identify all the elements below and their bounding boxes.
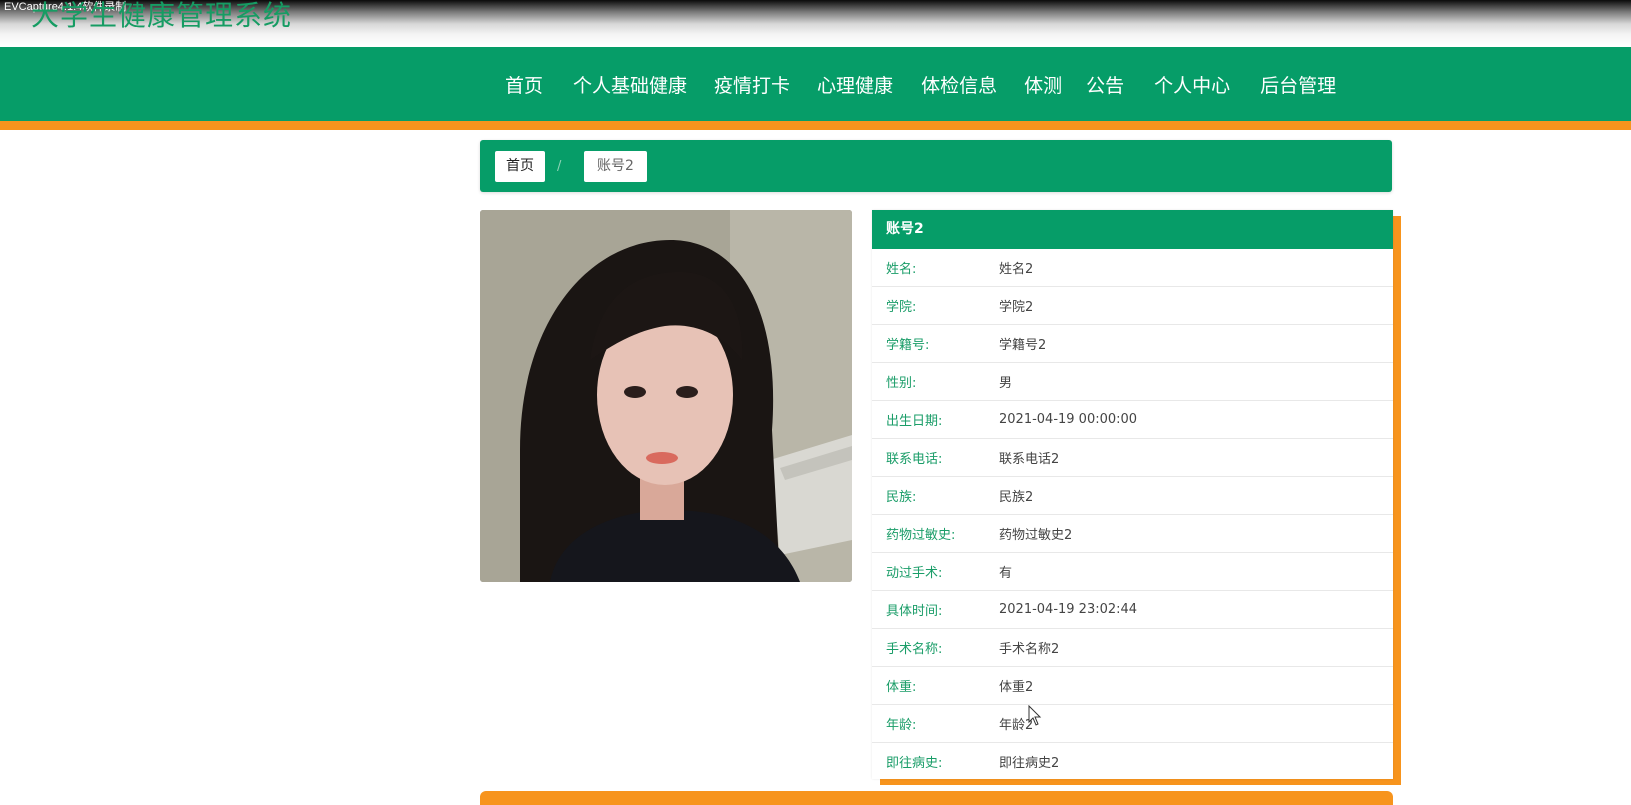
profile-field-value: 2021-04-19 23:02:44 [999, 602, 1138, 617]
profile-field-value: 姓名2 [999, 262, 1034, 277]
profile-field-value: 联系电话2 [999, 452, 1060, 467]
profile-panel-title: 账号2 [872, 210, 1393, 249]
profile-field-row: 具体时间: 2021-04-19 23:02:44 [872, 591, 1393, 629]
profile-field-label: 学院: [886, 300, 917, 315]
profile-field-label: 手术名称: [886, 642, 943, 657]
nav-announcement[interactable]: 公告 [1086, 71, 1124, 98]
profile-field-row: 姓名: 姓名2 [872, 249, 1393, 287]
profile-field-row: 联系电话: 联系电话2 [872, 439, 1393, 477]
profile-field-value: 药物过敏史2 [999, 528, 1073, 543]
footer-accent-bar [480, 791, 1393, 805]
nav-accent-stripe [0, 121, 1631, 130]
profile-field-label: 学籍号: [886, 338, 930, 353]
profile-field-row: 药物过敏史: 药物过敏史2 [872, 515, 1393, 553]
profile-field-value: 男 [999, 376, 1013, 391]
profile-field-label: 动过手术: [886, 566, 943, 581]
profile-field-value: 学院2 [999, 300, 1034, 315]
profile-field-value: 即往病史2 [999, 756, 1060, 771]
profile-field-value: 学籍号2 [999, 338, 1047, 353]
profile-field-row: 性别: 男 [872, 363, 1393, 401]
breadcrumb-current: 账号2 [584, 151, 647, 182]
profile-field-value: 民族2 [999, 490, 1034, 505]
profile-field-label: 姓名: [886, 262, 917, 277]
profile-field-value: 手术名称2 [999, 642, 1060, 657]
profile-field-label: 即往病史: [886, 756, 943, 771]
profile-field-row: 动过手术: 有 [872, 553, 1393, 591]
breadcrumb-separator: / [557, 159, 562, 174]
profile-field-value: 体重2 [999, 680, 1034, 695]
site-title: 大学生健康管理系统 [31, 0, 293, 32]
profile-field-row: 学籍号: 学籍号2 [872, 325, 1393, 363]
nav-personal-center[interactable]: 个人中心 [1154, 71, 1230, 98]
profile-photo [480, 210, 852, 582]
profile-field-row: 学院: 学院2 [872, 287, 1393, 325]
mouse-cursor-icon [1028, 705, 1042, 726]
title-bar: EVCapture4.1.4软件录制 大学生健康管理系统 [0, 0, 1631, 47]
profile-field-label: 具体时间: [886, 604, 943, 619]
nav-fitness-test[interactable]: 体测 [1024, 71, 1062, 98]
profile-field-label: 体重: [886, 680, 917, 695]
profile-field-row: 即往病史: 即往病史2 [872, 743, 1393, 780]
profile-panel: 账号2 姓名: 姓名2 学院: 学院2 学籍号: 学籍号2 性别: 男出生日期: 2021-04… [872, 210, 1393, 779]
nav-items: 首页 个人基础健康 疫情打卡 心理健康 体检信息 体测 公告 个人中心 后台管理 [505, 47, 1336, 121]
profile-photo-image [480, 210, 852, 582]
profile-field-label: 出生日期: [886, 414, 943, 429]
breadcrumb: 首页 / 账号2 [480, 140, 1392, 192]
profile-fields: 姓名: 姓名2 学院: 学院2 学籍号: 学籍号2 性别: 男出生日期: 2021-04-19 … [872, 249, 1393, 780]
nav-home[interactable]: 首页 [505, 71, 543, 98]
profile-field-row: 手术名称: 手术名称2 [872, 629, 1393, 667]
profile-field-label: 民族: [886, 490, 917, 505]
nav-mental-health[interactable]: 心理健康 [817, 71, 893, 98]
nav-basic-health[interactable]: 个人基础健康 [573, 71, 687, 98]
nav-physical-exam[interactable]: 体检信息 [921, 71, 997, 98]
profile-field-label: 药物过敏史: [886, 528, 956, 543]
nav-admin[interactable]: 后台管理 [1260, 71, 1336, 98]
profile-field-label: 联系电话: [886, 452, 943, 467]
profile-field-label: 性别: [886, 376, 917, 391]
nav-epidemic-checkin[interactable]: 疫情打卡 [714, 71, 790, 98]
profile-field-label: 年龄: [886, 718, 917, 733]
profile-field-row: 年龄: 年龄2 [872, 705, 1393, 743]
profile-field-value: 2021-04-19 00:00:00 [999, 412, 1138, 427]
profile-field-row: 出生日期: 2021-04-19 00:00:00 [872, 401, 1393, 439]
profile-field-row: 民族: 民族2 [872, 477, 1393, 515]
breadcrumb-home-link[interactable]: 首页 [495, 151, 545, 182]
main-nav: 首页 个人基础健康 疫情打卡 心理健康 体检信息 体测 公告 个人中心 后台管理 [0, 47, 1631, 121]
profile-field-value: 有 [999, 566, 1013, 581]
profile-field-row: 体重: 体重2 [872, 667, 1393, 705]
